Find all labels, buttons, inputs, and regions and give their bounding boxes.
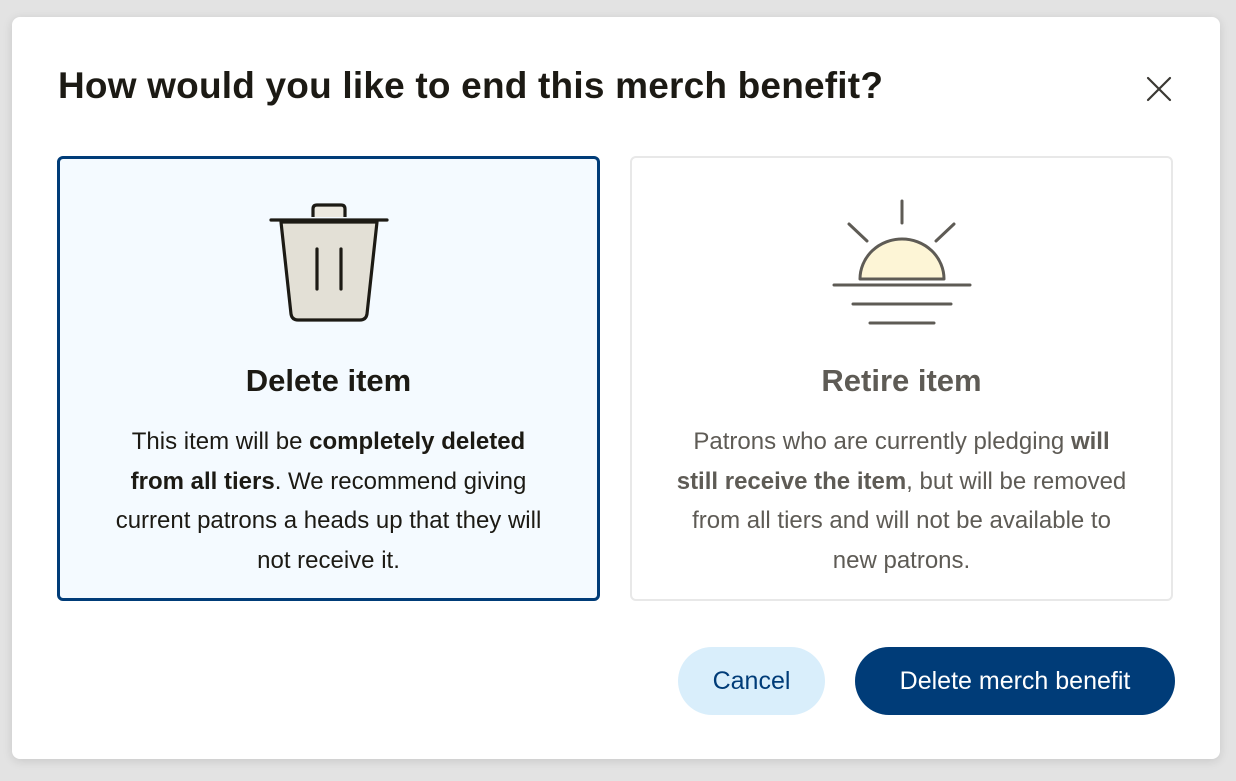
delete-merch-benefit-button[interactable]: Delete merch benefit: [855, 647, 1175, 715]
cancel-button[interactable]: Cancel: [678, 647, 825, 715]
option-card-delete-item[interactable]: Delete item This item will be completely…: [57, 156, 600, 601]
trash-can-icon: [268, 203, 389, 322]
option-title: Retire item: [821, 363, 982, 398]
option-description: Patrons who are currently pledging will …: [676, 428, 1127, 574]
option-title: Delete item: [245, 363, 412, 398]
close-button[interactable]: [1139, 69, 1179, 109]
option-description: This item will be completely deleted fro…: [115, 428, 542, 574]
close-icon: [1146, 76, 1172, 102]
end-merch-benefit-dialog: How would you like to end this merch ben…: [12, 17, 1220, 759]
sunset-icon: [832, 199, 971, 325]
option-card-retire-item[interactable]: Retire item Patrons who are currently pl…: [630, 156, 1173, 601]
dialog-title: How would you like to end this merch ben…: [58, 65, 884, 106]
